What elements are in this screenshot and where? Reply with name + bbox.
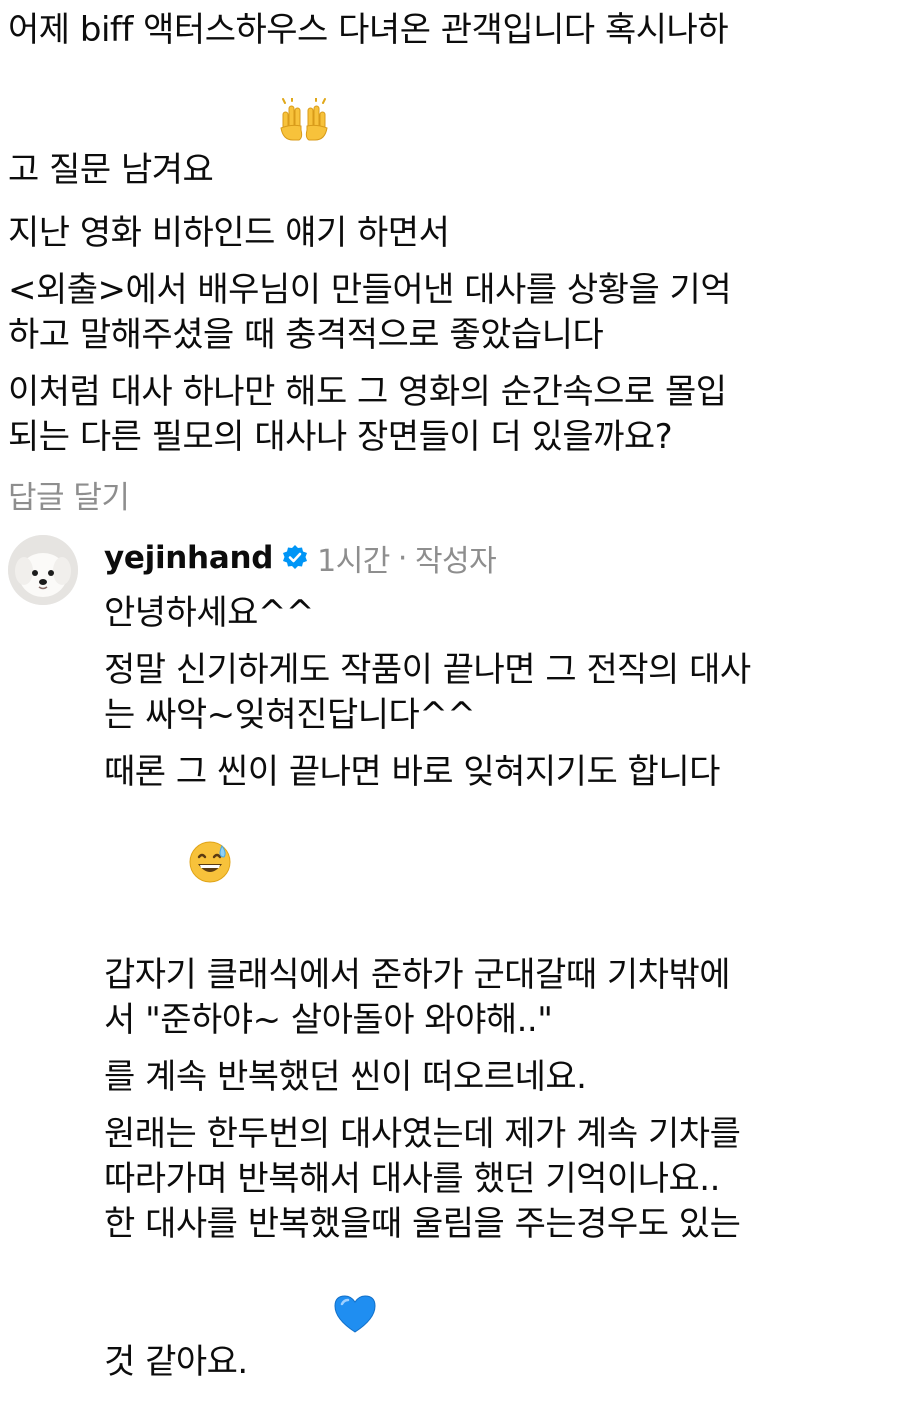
reply-paragraph-2: 정말 신기하게도 작품이 끝나면 그 전작의 대사 는 싸악~잊혀진답니다^^ [104,650,751,735]
comment: 어제 biff 액터스하우스 다녀온 관객입니다 혹시나하 고 질문 남겨요 지… [8,8,888,517]
comment-paragraph-4: 이처럼 대사 하나만 해도 그 영화의 순간속으로 몰입 되는 다른 필모의 대… [8,372,727,457]
meta-separator: · [397,540,408,576]
comment-paragraph-2: 지난 영화 비하인드 얘기 하면서 [8,213,450,253]
grinning-sweat-emoji [106,795,232,941]
comment-paragraph-1: 어제 biff 액터스하우스 다녀온 관객입니다 혹시나하 고 질문 남겨요 [8,8,888,199]
dog-avatar-icon [8,535,78,605]
reply-paragraph-5: 를 계속 반복했던 씬이 떠오르네요. [104,1057,587,1097]
reply-button[interactable]: 답글 달기 [8,472,888,517]
reply-header: yejinhand 1시간 · 작성자 [104,535,894,581]
reply-paragraph-3: 때론 그 씬이 끝나면 바로 잊혀지기도 합니다 [104,750,894,941]
timestamp: 1시간 [317,544,390,579]
verified-badge-icon [281,544,309,572]
reply-body: yejinhand 1시간 · 작성자 안녕하세요^^ 정말 신기하게도 작품이… [104,535,894,1403]
blue-heart-emoji [250,1247,378,1391]
author-tag: 작성자 [414,544,497,579]
reply-paragraph-1: 안녕하세요^^ [104,593,314,633]
username[interactable]: yejinhand [104,540,273,576]
reply-paragraph-4: 갑자기 클래식에서 준하가 군대갈때 기차밖에 서 "준하야~ 살아돌아 와야해… [104,955,731,1040]
raising-hands-emoji [215,53,331,199]
avatar[interactable] [8,535,78,605]
comment-paragraph-3: <외출>에서 배우님이 만들어낸 대사를 상황을 기억 하고 말해주셨을 때 충… [8,270,732,355]
reply-paragraph-6: 원래는 한두번의 대사였는데 제가 계속 기차를 따라가며 반복해서 대사를 했… [104,1112,894,1391]
